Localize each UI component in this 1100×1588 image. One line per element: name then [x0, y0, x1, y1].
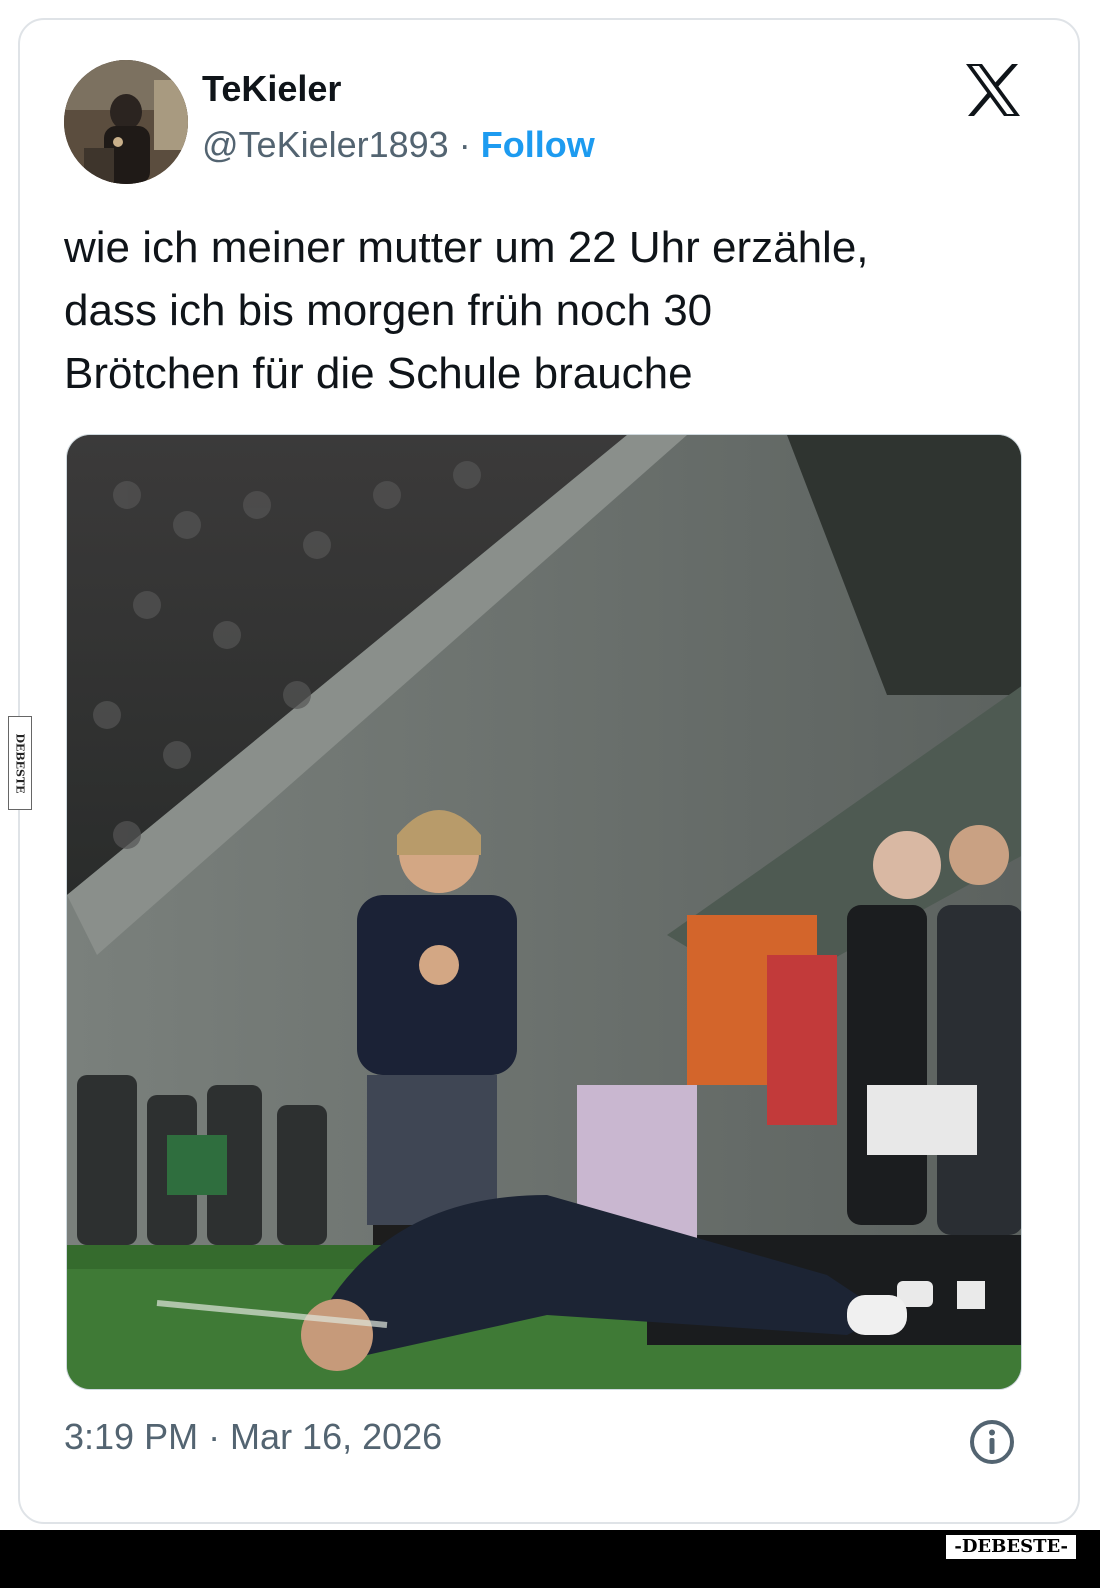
footer-watermark: -DEBESTE-: [944, 1533, 1078, 1561]
tweet-text: wie ich meiner mutter um 22 Uhr erzähle,…: [64, 216, 1044, 405]
x-logo-icon[interactable]: [964, 62, 1022, 118]
tweet-text-line: wie ich meiner mutter um 22 Uhr erzähle,: [64, 223, 869, 272]
footer-bar: [0, 1530, 1100, 1588]
tweet-photo[interactable]: [66, 434, 1022, 1390]
tweet-card: TeKieler @TeKieler1893 · Follow wie ich …: [18, 18, 1080, 1524]
tweet-text-line: Brötchen für die Schule brauche: [64, 349, 693, 398]
display-name[interactable]: TeKieler: [202, 68, 341, 110]
avatar[interactable]: [64, 60, 188, 184]
handle-separator: ·: [458, 124, 471, 165]
side-watermark: DEBESTE: [8, 716, 32, 810]
info-icon[interactable]: [968, 1418, 1016, 1466]
tweet-text-line: dass ich bis morgen früh noch 30: [64, 286, 713, 335]
handle[interactable]: @TeKieler1893: [202, 124, 449, 165]
follow-link[interactable]: Follow: [481, 124, 595, 165]
tweet-timestamp[interactable]: 3:19 PM · Mar 16, 2026: [64, 1416, 442, 1458]
handle-row: @TeKieler1893 · Follow: [202, 124, 595, 166]
side-watermark-text: DEBESTE: [13, 732, 27, 794]
